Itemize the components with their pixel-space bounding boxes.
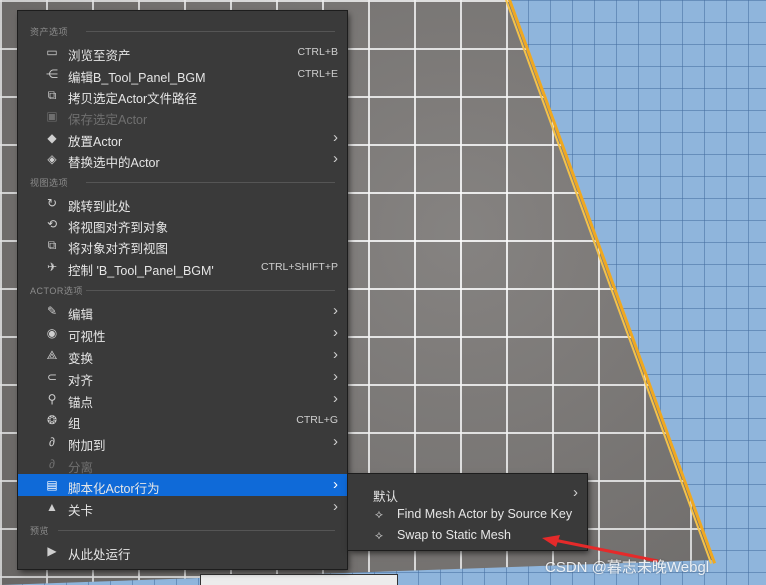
- menu-item-label: 将对象对齐到视图: [68, 242, 169, 256]
- goto-icon: ↻: [46, 196, 58, 210]
- menu-item-shortcut: CTRL+SHIFT+P: [260, 261, 338, 273]
- menu-item-play-from-here[interactable]: ▶ 从此处运行: [18, 540, 347, 562]
- menu-item-pivot[interactable]: ⚲ 锚点 ›: [18, 388, 347, 410]
- menu-item-place-actor[interactable]: ◆ 放置Actor ›: [18, 127, 347, 149]
- copy-path-icon: ⧉: [47, 88, 57, 102]
- group-icon: ❂: [46, 413, 58, 427]
- menu-item-scripted-actions[interactable]: ▤ 脚本化Actor行为 ›: [18, 474, 347, 496]
- diamond-arrows-icon: ⟡: [375, 528, 383, 542]
- menu-item-visibility[interactable]: ◉ 可视性 ›: [18, 322, 347, 344]
- chevron-right-icon: ›: [333, 302, 338, 319]
- section-divider: [58, 530, 335, 531]
- menu-item-replace-actor[interactable]: ◈ 替换选中的Actor ›: [18, 148, 347, 170]
- chevron-right-icon: ›: [333, 150, 338, 167]
- folder-search-icon: ▭: [46, 45, 58, 59]
- section-divider: [86, 290, 335, 291]
- menu-item-save-actor: ▣ 保存选定Actor: [18, 105, 347, 127]
- menu-item-browse-to-asset[interactable]: ▭ 浏览至资产 CTRL+B: [18, 41, 347, 63]
- section-view-options: 视图选项: [18, 174, 347, 190]
- menu-item-edit-blueprint[interactable]: ⋲ 编辑B_Tool_Panel_BGM CTRL+E: [18, 63, 347, 85]
- chevron-right-icon: ›: [333, 433, 338, 450]
- menu-item-snapping[interactable]: ⊂ 对齐 ›: [18, 366, 347, 388]
- menu-item-label: 可视性: [68, 330, 106, 344]
- level-icon: ▲: [46, 500, 58, 514]
- menu-item-label: 对齐: [68, 374, 94, 388]
- transform-icon: ⟁: [46, 348, 58, 362]
- paperclip-icon: ∂: [49, 435, 55, 449]
- section-actor-options: ACTOR选项: [18, 282, 347, 298]
- menu-item-edit[interactable]: ✎ 编辑 ›: [18, 300, 347, 322]
- menu-item-detach: ∂ 分离: [18, 453, 347, 475]
- detach-icon: ∂: [49, 457, 55, 471]
- menu-item-label: 变换: [68, 352, 94, 366]
- chevron-right-icon: ›: [333, 129, 338, 146]
- blueprint-edit-icon: ⋲: [46, 67, 58, 81]
- chevron-right-icon: ›: [333, 476, 338, 493]
- diamond-arrows-icon: ⟡: [375, 507, 383, 521]
- section-title: ACTOR选项: [30, 286, 83, 296]
- menu-item-pilot-actor[interactable]: ✈ 控制 'B_Tool_Panel_BGM' CTRL+SHIFT+P: [18, 256, 347, 278]
- menu-item-copy-actor-path[interactable]: ⧉ 拷贝选定Actor文件路径: [18, 84, 347, 106]
- menu-item-goto-here[interactable]: ↻ 跳转到此处: [18, 192, 347, 214]
- section-title: 预览: [30, 526, 50, 536]
- menu-item-shortcut: CTRL+G: [296, 414, 338, 426]
- chevron-right-icon: ›: [333, 324, 338, 341]
- chevron-right-icon: ›: [333, 368, 338, 385]
- submenu-item-find-mesh-actor[interactable]: ⟡ Find Mesh Actor by Source Key: [348, 503, 587, 525]
- section-divider: [86, 182, 335, 183]
- menu-item-label: Swap to Static Mesh: [397, 528, 511, 542]
- menu-item-attach-to[interactable]: ∂ 附加到 ›: [18, 431, 347, 453]
- menu-item-shortcut: CTRL+B: [297, 46, 338, 58]
- chevron-right-icon: ›: [333, 498, 338, 515]
- eye-icon: ◉: [46, 326, 58, 340]
- section-asset-options: 资产选项: [18, 23, 347, 39]
- snap-object-icon: ⧉: [47, 238, 57, 252]
- menu-item-label: 关卡: [68, 504, 94, 518]
- snap-view-icon: ⟲: [46, 217, 58, 231]
- menu-item-label: 保存选定Actor: [68, 113, 148, 127]
- chevron-right-icon: ›: [333, 346, 338, 363]
- menu-item-snap-view-to-object[interactable]: ⟲ 将视图对齐到对象: [18, 213, 347, 235]
- place-actor-icon: ◆: [47, 131, 57, 145]
- menu-item-label: Find Mesh Actor by Source Key: [397, 507, 573, 521]
- menu-item-shortcut: CTRL+E: [297, 68, 338, 80]
- replace-actor-icon: ◈: [47, 152, 57, 166]
- menu-item-label: 从此处运行: [68, 548, 131, 562]
- section-title: 视图选项: [30, 178, 69, 188]
- menu-item-label: 附加到: [68, 439, 106, 453]
- menu-item-label: 替换选中的Actor: [68, 156, 160, 170]
- watermark-text: CSDN @暮志未晚Webgl: [545, 559, 710, 576]
- section-divider: [86, 31, 335, 32]
- actor-context-menu: 资产选项 ▭ 浏览至资产 CTRL+B ⋲ 编辑B_Tool_Panel_BGM…: [18, 11, 347, 569]
- chevron-right-icon: ›: [573, 484, 578, 501]
- pencil-icon: ✎: [46, 304, 58, 318]
- play-icon: ▶: [47, 544, 57, 558]
- pivot-icon: ⚲: [47, 392, 57, 406]
- menu-item-label: 浏览至资产: [68, 49, 131, 63]
- magnet-icon: ⊂: [46, 370, 58, 384]
- menu-item-label: 组: [68, 417, 81, 431]
- chevron-right-icon: ›: [333, 390, 338, 407]
- menu-item-label: 编辑: [68, 308, 94, 322]
- menu-item-label: 脚本化Actor行为: [68, 482, 160, 496]
- section-title: 资产选项: [30, 27, 69, 37]
- menu-item-transform[interactable]: ⟁ 变换 ›: [18, 344, 347, 366]
- menu-item-label: 控制 'B_Tool_Panel_BGM': [68, 264, 214, 278]
- viewport-widget: [200, 574, 398, 585]
- save-icon: ▣: [46, 109, 58, 123]
- section-preview: 预览: [18, 522, 347, 538]
- menu-item-group[interactable]: ❂ 组 CTRL+G: [18, 409, 347, 431]
- menu-item-snap-object-to-view[interactable]: ⧉ 将对象对齐到视图: [18, 234, 347, 256]
- pilot-icon: ✈: [46, 260, 58, 274]
- submenu-item-default[interactable]: 默认 ›: [348, 482, 587, 504]
- script-icon: ▤: [46, 478, 58, 492]
- menu-item-level[interactable]: ▲ 关卡 ›: [18, 496, 347, 518]
